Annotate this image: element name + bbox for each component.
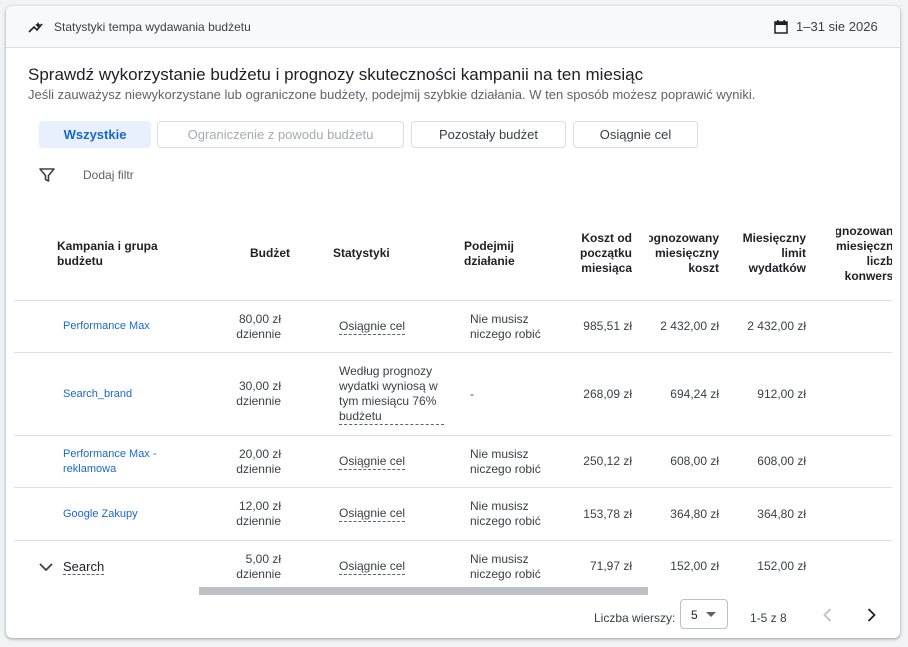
campaign-link[interactable]: Performance Max [63, 301, 193, 352]
budget-cell: 5,00 zł dziennie [236, 551, 281, 581]
column-header-forecast-cost[interactable]: Prognozowany miesięczny koszt [649, 207, 719, 300]
stats-text[interactable]: Osiągnie cel [339, 454, 406, 470]
forecast-cell: 364,80 zł [670, 506, 719, 521]
column-header-forecast-conversions[interactable]: Prognozowana miesięczna liczba konwersji [836, 207, 892, 300]
campaign-link[interactable]: Search_brand [63, 353, 193, 435]
limit-cell: 2 432,00 zł [747, 319, 806, 333]
cost-cell: 250,12 zł [583, 454, 632, 468]
budget-cell: 80,00 zł dziennie [236, 311, 281, 341]
limit-cell: 152,00 zł [757, 559, 806, 573]
limit-cell: 364,80 zł [757, 506, 806, 521]
budget-cell: 20,00 zł dziennie [236, 446, 281, 476]
stats-text[interactable]: Osiągnie cel [339, 506, 406, 522]
chevron-left-icon[interactable] [819, 606, 837, 624]
stats-cell[interactable]: Osiągnie cel [339, 436, 449, 487]
chevron-right-icon[interactable] [862, 606, 880, 624]
chip-all[interactable]: Wszystkie [39, 121, 151, 148]
forecast-cell: 694,24 zł [670, 386, 719, 401]
chevron-down-icon[interactable] [38, 559, 54, 575]
column-header-cost-to-date[interactable]: Koszt od początku miesiąca [570, 207, 632, 300]
page-range: 1-5 z 8 [750, 611, 787, 625]
chip-will-reach-goal[interactable]: Osiągnie cel [573, 121, 698, 148]
action-cell: - [470, 386, 474, 401]
column-header-budget[interactable]: Budżet [214, 207, 290, 300]
stats-cell[interactable]: Osiągnie cel [339, 541, 449, 587]
trending-up-icon [28, 22, 43, 33]
limit-cell: 608,00 zł [757, 454, 806, 468]
stats-cell[interactable]: Według prognozy wydatki wyniosą w tym mi… [339, 353, 444, 435]
chip-remaining-budget[interactable]: Pozostały budżet [411, 121, 566, 148]
limit-cell: 912,00 zł [757, 386, 806, 401]
page-subtitle: Jeśli zauważysz niewykorzystane lub ogra… [28, 87, 756, 102]
add-filter-button[interactable]: Dodaj filtr [83, 168, 134, 182]
action-cell: Nie musisz niczego robić [470, 446, 541, 476]
chip-budget-limited[interactable]: Ograniczenie z powodu budżetu [157, 121, 404, 148]
action-cell: Nie musisz niczego robić [470, 311, 541, 341]
cost-cell: 985,51 zł [583, 319, 632, 333]
budget-pacing-card: Statystyki tempa wydawania budżetu 1–31 … [6, 6, 900, 638]
stats-cell[interactable]: Osiągnie cel [339, 301, 449, 352]
cost-cell: 268,09 zł [583, 386, 632, 401]
cost-cell: 153,78 zł [583, 506, 632, 521]
campaign-group-name[interactable]: Search [63, 541, 193, 587]
budget-cell: 12,00 zł dziennie [236, 499, 281, 528]
filter-icon[interactable] [38, 166, 56, 184]
table-row: Search 5,00 zł dziennie Osiągnie cel Nie… [14, 541, 892, 587]
stats-cell[interactable]: Osiągnie cel [339, 488, 449, 540]
column-header-monthly-limit[interactable]: Miesięczny limit wydatków [736, 207, 806, 300]
rows-per-page-select[interactable]: 5 [680, 599, 728, 629]
action-cell: Nie musisz niczego robić [470, 499, 541, 528]
card-header: Statystyki tempa wydawania budżetu 1–31 … [6, 6, 900, 48]
column-header-campaign[interactable]: Kampania i grupa budżetu [57, 207, 177, 300]
card-title: Statystyki tempa wydawania budżetu [54, 20, 251, 34]
cost-cell: 71,97 zł [589, 559, 632, 573]
table-row: Performance Max - reklamowa 20,00 zł dzi… [14, 436, 892, 488]
horizontal-scrollbar[interactable] [199, 587, 648, 595]
forecast-cell: 2 432,00 zł [660, 319, 719, 333]
column-header-stats[interactable]: Statystyki [333, 207, 433, 300]
rows-per-page-value: 5 [691, 608, 698, 622]
dropdown-arrow-icon [706, 612, 716, 617]
stats-text[interactable]: Osiągnie cel [339, 319, 406, 335]
table-row: Search_brand 30,00 zł dziennie Według pr… [14, 353, 892, 436]
date-range-selector[interactable]: 1–31 sie 2026 [796, 19, 878, 34]
action-cell: Nie musisz niczego robić [470, 551, 541, 581]
forecast-cell: 152,00 zł [670, 559, 719, 573]
budget-table: Kampania i grupa budżetu Budżet Statysty… [14, 207, 892, 587]
forecast-cell: 608,00 zł [670, 454, 719, 468]
campaign-link[interactable]: Google Zakupy [63, 488, 193, 540]
stats-text[interactable]: Według prognozy wydatki wyniosą w tym mi… [339, 364, 444, 425]
pagination-footer: Liczba wierszy: 5 1-5 z 8 [6, 598, 900, 638]
campaign-group-label[interactable]: Search [63, 559, 105, 575]
table-row: Google Zakupy 12,00 zł dziennie Osiągnie… [14, 488, 892, 541]
calendar-icon[interactable] [773, 19, 789, 35]
page-title: Sprawdź wykorzystanie budżetu i prognozy… [28, 65, 644, 84]
column-header-action[interactable]: Podejmij działanie [464, 207, 544, 300]
campaign-link[interactable]: Performance Max - reklamowa [63, 436, 173, 487]
stats-text[interactable]: Osiągnie cel [339, 559, 406, 575]
budget-cell: 30,00 zł dziennie [236, 379, 281, 408]
rows-per-page-label: Liczba wierszy: [594, 611, 676, 625]
table-row: Performance Max 80,00 zł dziennie Osiągn… [14, 301, 892, 353]
